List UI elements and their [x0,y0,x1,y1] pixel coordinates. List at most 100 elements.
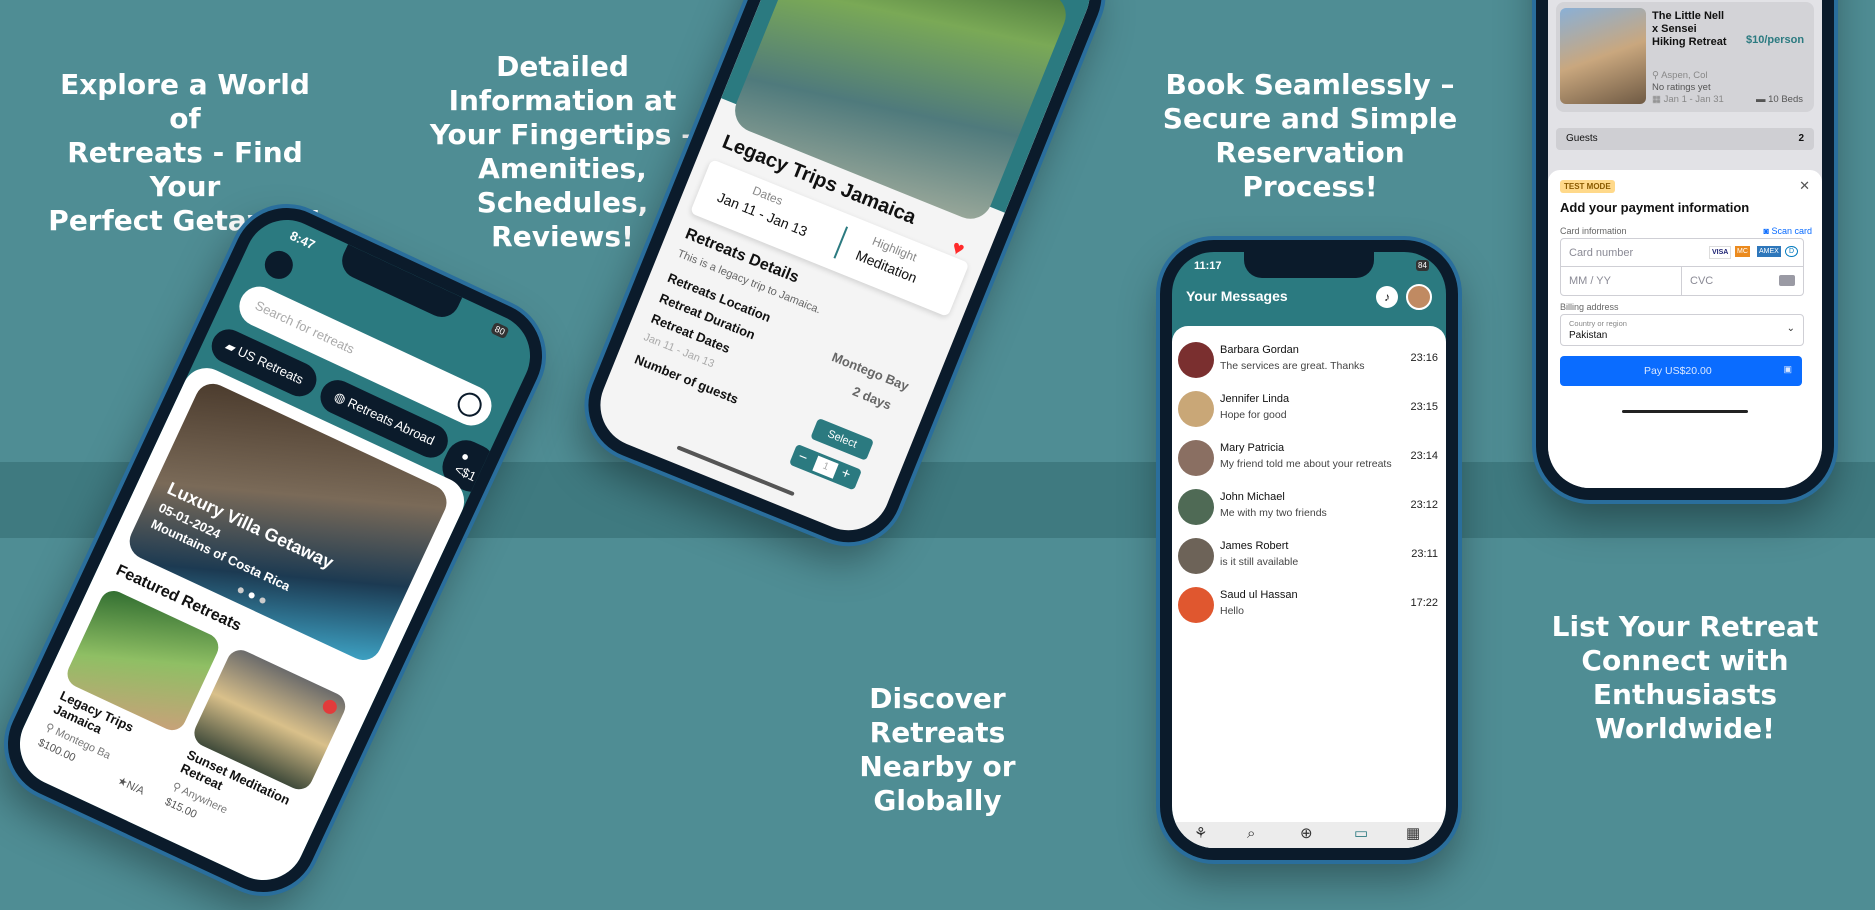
message-row[interactable]: Barbara Gordan The services are great. Th… [1172,336,1444,384]
retreat-ratings: No ratings yet [1652,82,1711,93]
caption-discover: Discover Retreats Nearby or Globally [800,682,1075,818]
notch [336,244,463,323]
message-preview: Hello [1220,605,1244,617]
caption-line: Detailed Information at [448,50,677,117]
location-text: Aspen, Col [1661,70,1708,81]
caption-line: Book Seamlessly – [1165,68,1455,101]
search-icon[interactable]: ⌕ [1247,825,1255,842]
home-icon[interactable]: ⚘ [1194,824,1207,842]
retreat-beds: ▬ 10 Beds [1756,94,1803,105]
expiry-field[interactable]: MM / YY [1560,266,1683,296]
message-row[interactable]: James Robert is it still available 23:11 [1172,532,1444,580]
notch [1244,252,1374,278]
lock-icon: ▣ [1783,364,1792,374]
scan-card-link[interactable]: ◙ Scan card [1764,226,1812,236]
avatar [1178,440,1214,476]
plus-button[interactable]: + [839,464,853,483]
sender-name: James Robert [1220,540,1289,552]
guests-row: Guests 2 [1556,128,1814,150]
cvc-field[interactable]: CVC [1681,266,1804,296]
test-mode-badge: TEST MODE [1560,180,1615,193]
sender-name: Saud ul Hassan [1220,589,1298,601]
card-rating: ★N/A [115,774,146,798]
home-screen: 8:47 80 Search for retreats ▰ US Retreat… [6,206,544,894]
bed-icon: ▬ [1756,94,1769,105]
calendar-icon[interactable]: ▦ [1406,824,1420,842]
caption-line: Connect with [1581,644,1789,677]
carousel-dots [236,586,276,608]
sender-name: Mary Patricia [1220,442,1285,454]
country-value: Pakistan [1569,330,1608,341]
chat-icon[interactable]: ▭ [1354,824,1368,842]
sender-name: Jennifer Linda [1220,393,1290,405]
page-title: Your Messages [1186,288,1288,304]
cvc-card-icon [1779,275,1795,286]
close-icon[interactable]: ✕ [1799,178,1810,194]
caption-line: List Your Retreat [1551,610,1819,643]
scan-card-label: Scan card [1771,226,1812,236]
guests-value: 2 [1798,133,1804,144]
avatar [1178,342,1214,378]
caption-line: Reservation Process! [1215,136,1405,203]
phone-payment: The Little Nell x Sensei Hiking Retreat … [1536,0,1834,500]
card-number-placeholder: Card number [1569,247,1634,259]
payment-sheet: TEST MODE ✕ Add your payment information… [1548,170,1822,488]
app-logo-icon[interactable] [260,246,298,284]
message-time: 23:11 [1411,548,1438,560]
billing-label: Billing address [1560,302,1619,312]
avatar[interactable] [1406,284,1432,310]
bell-icon[interactable]: ♪ [1376,286,1398,308]
caption-line: Discover Retreats [869,682,1006,749]
filter-label: US Retreats [235,343,306,388]
retreat-image [1560,8,1646,104]
avatar [1178,538,1214,574]
caption-line: Retreats - Find Your [67,136,303,203]
filter-label: <$1 [452,461,479,485]
message-time: 17:22 [1410,597,1438,609]
divider [833,226,849,259]
caption-list: List Your Retreat Connect with Enthusias… [1520,610,1850,746]
profile-icon[interactable] [453,388,486,421]
country-label: Country or region [1569,319,1627,328]
calendar-icon: ▦ [1652,94,1664,105]
pay-button-label: Pay US$20.00 [1644,365,1712,377]
payment-title: Add your payment information [1560,200,1750,215]
rating-text: N/A [124,778,147,798]
pin-icon: ⚲ [1652,70,1662,81]
guests-label: Guests [1566,133,1598,144]
home-indicator [1622,410,1748,413]
pay-button[interactable]: Pay US$20.00 ▣ [1560,356,1802,386]
cvc-placeholder: CVC [1690,275,1714,287]
status-time: 11:17 [1194,260,1222,272]
message-row[interactable]: Mary Patricia My friend told me about you… [1172,434,1444,482]
payment-screen: The Little Nell x Sensei Hiking Retreat … [1548,0,1822,488]
retreat-summary: The Little Nell x Sensei Hiking Retreat … [1556,2,1814,112]
card-number-field[interactable]: Card number VISA MC AMEX D [1560,238,1804,268]
mastercard-icon: MC [1735,246,1750,257]
avatar [1178,489,1214,525]
retreat-dates: ▦ Jan 1 - Jan 31 [1652,94,1724,105]
country-select[interactable]: Country or region Pakistan ⌄ [1560,314,1804,346]
quantity-value: 1 [812,455,839,479]
message-time: 23:14 [1410,450,1438,462]
battery-badge: 84 [1416,260,1429,271]
caption-book: Book Seamlessly – Secure and Simple Rese… [1160,68,1460,204]
caption-line: Enthusiasts Worldwide! [1592,678,1778,745]
diners-icon: D [1785,246,1799,257]
caption-line: Secure and Simple [1162,102,1458,135]
message-preview: is it still available [1220,556,1299,568]
beds-text: 10 Beds [1768,94,1804,105]
visa-icon: VISA [1709,246,1732,259]
message-row[interactable]: Saud ul Hassan Hello 17:22 [1172,581,1444,629]
messages-list: Barbara Gordan The services are great. Th… [1172,326,1446,848]
message-time: 23:15 [1410,401,1438,413]
chevron-down-icon: ⌄ [1786,323,1795,334]
message-time: 23:16 [1410,352,1438,364]
add-icon[interactable]: ⊕ [1300,824,1313,842]
minus-button[interactable]: − [796,448,810,467]
expiry-placeholder: MM / YY [1569,275,1611,287]
status-time: 8:47 [287,227,318,253]
message-row[interactable]: Jennifer Linda Hope for good 23:15 [1172,385,1444,433]
location-value: Montego Bay [829,349,912,394]
message-row[interactable]: John Michael Me with my two friends 23:12 [1172,483,1444,531]
